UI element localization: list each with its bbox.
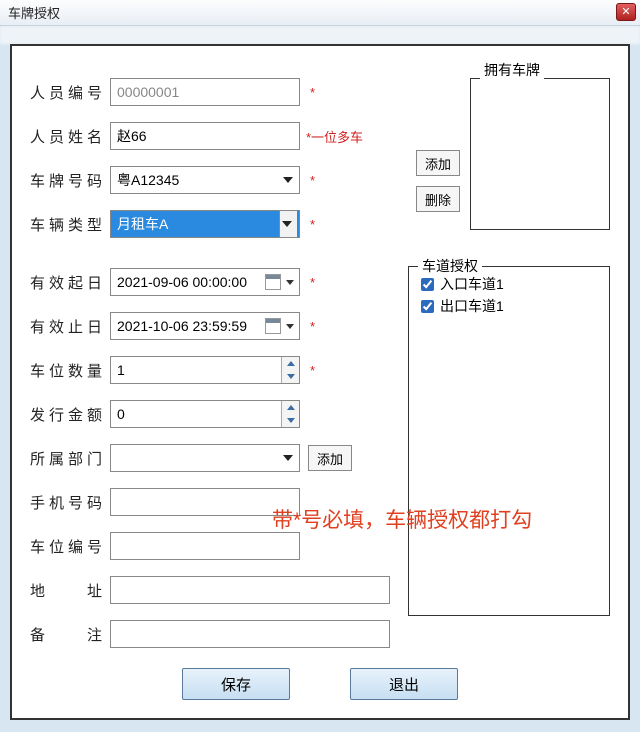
window-frame: 人员编号 * 人员姓名 *一位多车 车牌号码 粤A12345 xyxy=(10,44,630,720)
issue-amount-value: 0 xyxy=(117,406,281,422)
chevron-down-icon xyxy=(282,221,292,227)
step-up-icon[interactable] xyxy=(282,401,299,414)
label-address: 地 址 xyxy=(30,580,102,601)
address-field[interactable] xyxy=(110,576,390,604)
person-name-field[interactable] xyxy=(110,122,300,150)
valid-to-picker[interactable]: 2021-10-06 23:59:59 xyxy=(110,312,300,340)
label-remark: 备 注 xyxy=(30,624,102,645)
space-count-stepper[interactable]: 1 xyxy=(110,356,300,384)
remark-field[interactable] xyxy=(110,620,390,648)
required-star: * xyxy=(310,319,315,334)
label-department: 所属部门 xyxy=(30,448,102,469)
step-down-icon[interactable] xyxy=(282,414,299,427)
owned-plates-legend: 拥有车牌 xyxy=(480,60,544,80)
chevron-down-icon xyxy=(286,280,294,285)
required-star: * xyxy=(310,275,315,290)
required-star: * xyxy=(310,85,315,100)
close-icon[interactable]: ✕ xyxy=(616,3,636,21)
lane-item: 出口车道1 xyxy=(417,295,601,317)
department-combo[interactable] xyxy=(110,444,300,472)
label-space-id: 车位编号 xyxy=(30,536,102,557)
plate-no-value: 粤A12345 xyxy=(117,170,179,190)
required-star: * xyxy=(310,363,315,378)
label-vehicle-type: 车辆类型 xyxy=(30,214,102,235)
calendar-icon xyxy=(265,318,281,334)
lane-checkbox-entry1[interactable] xyxy=(421,278,434,291)
owned-plates-list[interactable] xyxy=(470,78,610,230)
label-space-count: 车位数量 xyxy=(30,360,102,381)
space-id-field[interactable] xyxy=(110,532,300,560)
add-plate-button[interactable]: 添加 xyxy=(416,150,460,176)
vehicle-type-combo[interactable]: 月租车A xyxy=(110,210,300,238)
lane-item: 入口车道1 xyxy=(417,273,601,295)
window-title: 车牌授权 xyxy=(8,3,60,22)
person-id-field[interactable] xyxy=(110,78,300,106)
label-phone: 手机号码 xyxy=(30,492,102,513)
step-down-icon[interactable] xyxy=(282,370,299,383)
calendar-icon xyxy=(265,274,281,290)
vehicle-type-value: 月租车A xyxy=(117,214,168,234)
phone-field[interactable] xyxy=(110,488,300,516)
plate-no-combo[interactable]: 粤A12345 xyxy=(110,166,300,194)
add-department-button[interactable]: 添加 xyxy=(308,445,352,471)
valid-from-value: 2021-09-06 00:00:00 xyxy=(117,274,265,290)
label-person-name: 人员姓名 xyxy=(30,126,102,147)
label-valid-from: 有效起日 xyxy=(30,272,102,293)
space-count-value: 1 xyxy=(117,362,281,378)
lane-label: 出口车道1 xyxy=(440,296,504,316)
lane-checkbox-exit1[interactable] xyxy=(421,300,434,313)
one-person-many-cars: *一位多车 xyxy=(306,127,363,146)
required-star: * xyxy=(310,217,315,232)
blur-strip xyxy=(0,26,640,44)
save-button[interactable]: 保存 xyxy=(182,668,290,700)
lane-auth-legend: 车道授权 xyxy=(418,256,482,276)
lane-label: 入口车道1 xyxy=(440,274,504,294)
chevron-down-icon xyxy=(283,177,293,183)
chevron-down-icon xyxy=(283,455,293,461)
label-issue-amount: 发行金额 xyxy=(30,404,102,425)
valid-to-value: 2021-10-06 23:59:59 xyxy=(117,318,265,334)
label-person-id: 人员编号 xyxy=(30,82,102,103)
delete-plate-button[interactable]: 删除 xyxy=(416,186,460,212)
required-star: * xyxy=(310,173,315,188)
titlebar: 车牌授权 ✕ xyxy=(0,0,640,26)
issue-amount-stepper[interactable]: 0 xyxy=(110,400,300,428)
step-up-icon[interactable] xyxy=(282,357,299,370)
lane-auth-list: 入口车道1 出口车道1 xyxy=(408,266,610,616)
chevron-down-icon xyxy=(286,324,294,329)
valid-from-picker[interactable]: 2021-09-06 00:00:00 xyxy=(110,268,300,296)
label-valid-to: 有效止日 xyxy=(30,316,102,337)
exit-button[interactable]: 退出 xyxy=(350,668,458,700)
label-plate-no: 车牌号码 xyxy=(30,170,102,191)
